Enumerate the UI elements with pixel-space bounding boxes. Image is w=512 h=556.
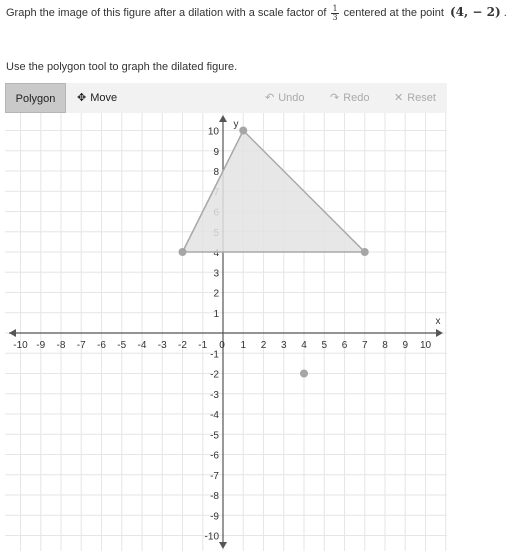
question-text-middle: centered at the point <box>343 7 444 19</box>
scale-factor-denominator: 3 <box>332 12 338 22</box>
x-tick-label: -6 <box>97 340 106 351</box>
move-tool-button[interactable]: ✥ Move <box>77 83 117 113</box>
x-tick-label: -7 <box>77 340 86 351</box>
reset-label: Reset <box>407 92 436 104</box>
x-tick-label: 7 <box>362 340 368 351</box>
y-tick-label: 8 <box>213 167 219 178</box>
x-tick-label: 10 <box>420 340 432 351</box>
y-tick-label: -9 <box>210 511 219 522</box>
x-tick-label: 6 <box>342 340 348 351</box>
x-tick-label: -3 <box>158 340 167 351</box>
undo-label: Undo <box>278 92 305 104</box>
x-tick-label: -2 <box>178 340 187 351</box>
y-tick-label: 9 <box>213 147 219 158</box>
y-tick-label: -1 <box>210 349 219 360</box>
x-axis-left-arrow <box>9 329 16 337</box>
x-tick-label: -4 <box>138 340 147 351</box>
x-tick-label: 0 <box>219 340 225 351</box>
x-icon: ✕ <box>394 92 404 104</box>
scale-factor-fraction: 1 3 <box>331 4 339 22</box>
y-tick-label: 10 <box>208 127 220 138</box>
x-axis-right-arrow <box>436 329 443 337</box>
coordinate-graph[interactable]: xy-10-9-8-7-6-5-4-3-2-101234567891010987… <box>0 109 447 556</box>
redo-arrow-icon: ↷ <box>330 92 340 104</box>
x-tick-label: 2 <box>261 340 267 351</box>
y-tick-label: -3 <box>210 390 219 401</box>
x-tick-label: -8 <box>57 340 66 351</box>
dilation-center-marker[interactable] <box>300 369 308 378</box>
x-tick-label: 4 <box>301 340 307 351</box>
y-tick-label: -10 <box>205 532 220 543</box>
undo-arrow-icon: ↶ <box>265 92 275 104</box>
x-tick-label: -5 <box>117 340 126 351</box>
x-tick-label: -10 <box>13 340 28 351</box>
x-tick-label: 1 <box>240 340 246 351</box>
redo-button[interactable]: ↷ Redo <box>330 83 370 113</box>
y-tick-label: -5 <box>210 430 219 441</box>
y-axis-top-arrow <box>219 115 227 122</box>
y-tick-label: 3 <box>213 268 219 279</box>
triangle-vertex-point[interactable] <box>178 248 187 256</box>
instruction-text: Use the polygon tool to graph the dilate… <box>6 61 238 73</box>
y-axis-label: y <box>234 119 239 130</box>
coordinate-plane-svg[interactable]: xy-10-9-8-7-6-5-4-3-2-101234567891010987… <box>0 109 447 556</box>
y-tick-label: -4 <box>210 410 219 421</box>
y-tick-label: -2 <box>210 370 219 381</box>
question-text: Graph the image of this figure after a d… <box>6 4 512 22</box>
x-tick-label: 5 <box>321 340 327 351</box>
polygon-tool-label: Polygon <box>15 93 56 105</box>
triangle-vertex-point[interactable] <box>239 126 248 135</box>
x-axis-label: x <box>436 316 441 327</box>
move-arrows-icon: ✥ <box>77 92 87 104</box>
graph-toolbar: Polygon ✥ Move ↶ Undo ↷ Redo ✕ Reset <box>5 83 447 114</box>
redo-label: Redo <box>343 92 370 104</box>
x-tick-label: 3 <box>281 340 287 351</box>
x-tick-label: -9 <box>36 340 45 351</box>
question-text-before: Graph the image of this figure after a d… <box>6 7 327 19</box>
y-tick-label: 1 <box>213 309 219 320</box>
undo-button[interactable]: ↶ Undo <box>265 83 305 113</box>
y-tick-label: -6 <box>210 451 219 462</box>
y-tick-label: -7 <box>210 471 219 482</box>
polygon-tool-button[interactable]: Polygon <box>5 83 66 113</box>
reset-button[interactable]: ✕ Reset <box>394 83 436 113</box>
y-axis-bottom-arrow <box>219 542 227 549</box>
x-tick-label: 9 <box>402 340 408 351</box>
x-tick-label: -1 <box>198 340 207 351</box>
y-tick-label: -8 <box>210 491 219 502</box>
question-text-after: . <box>503 7 507 19</box>
y-tick-label: 2 <box>213 289 219 300</box>
x-tick-label: 8 <box>382 340 388 351</box>
dilation-center-point: (4, − 2) <box>449 5 501 19</box>
triangle-vertex-point[interactable] <box>360 248 369 256</box>
move-tool-label: Move <box>90 92 118 104</box>
